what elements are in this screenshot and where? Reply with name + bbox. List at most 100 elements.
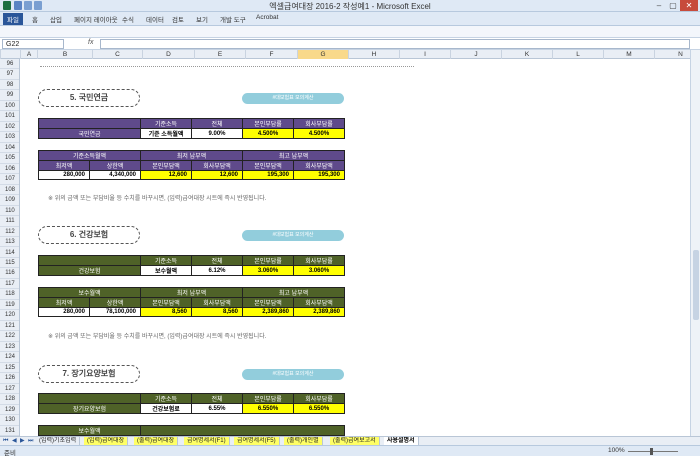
rate-employee[interactable]: 3.060%	[242, 265, 294, 276]
prev-sheet-icon[interactable]: ◀	[12, 437, 17, 445]
row-header[interactable]: 102	[0, 122, 19, 133]
row-header[interactable]: 119	[0, 300, 19, 311]
column-header[interactable]: M	[603, 50, 654, 59]
pay-value[interactable]: 2,389,860	[242, 307, 294, 317]
scroll-thumb[interactable]	[693, 250, 699, 320]
row-header[interactable]: 123	[0, 342, 19, 353]
sheet-tab-payslip-f5[interactable]: 급여명세서(F5)	[234, 437, 280, 445]
rate-employer[interactable]: 6.550%	[293, 403, 345, 414]
rate-base[interactable]: 기준 소득월액	[140, 128, 192, 139]
row-header[interactable]: 99	[0, 90, 19, 101]
rate-base[interactable]: 보수월액	[140, 265, 192, 276]
calc-button-health[interactable]: #대보험표 모의계산	[242, 230, 344, 241]
row-header[interactable]: 111	[0, 216, 19, 227]
first-sheet-icon[interactable]: ⏮	[3, 437, 8, 445]
row-header[interactable]: 104	[0, 143, 19, 154]
rate-base[interactable]: 건강보험료	[140, 403, 192, 414]
tab-page-layout[interactable]: 페이지 레이아웃	[74, 14, 118, 24]
calc-button-pension[interactable]: #대보험표 모의계산	[242, 93, 344, 104]
rate-employee[interactable]: 4.500%	[242, 128, 294, 139]
column-header[interactable]: E	[194, 50, 245, 59]
column-header[interactable]: C	[92, 50, 142, 59]
column-header[interactable]: I	[399, 50, 450, 59]
row-header[interactable]: 117	[0, 279, 19, 290]
name-box[interactable]: G22	[2, 39, 64, 49]
row-header[interactable]: 127	[0, 384, 19, 395]
row-header[interactable]: 110	[0, 206, 19, 217]
tab-data[interactable]: 데이터	[146, 14, 164, 24]
tab-view[interactable]: 보기	[196, 14, 208, 24]
sheet-tab-input-payroll[interactable]: (입력)급여대장	[84, 437, 129, 445]
column-header[interactable]: B	[37, 50, 92, 59]
row-header[interactable]: 101	[0, 111, 19, 122]
rate-total[interactable]: 9.00%	[191, 128, 243, 139]
row-header[interactable]: 103	[0, 132, 19, 143]
tab-acrobat[interactable]: Acrobat	[256, 14, 278, 21]
pay-value[interactable]: 280,000	[38, 170, 90, 180]
minimize-button[interactable]: –	[652, 0, 666, 11]
sheet-tab-payslip-f1[interactable]: 급여명세서(F1)	[184, 437, 230, 445]
tab-insert[interactable]: 삽입	[50, 14, 62, 24]
insert-function-icon[interactable]: fx	[88, 39, 93, 46]
calc-button-longterm-care[interactable]: #대보험표 모의계산	[242, 369, 344, 380]
column-header[interactable]: F	[245, 50, 297, 59]
column-header[interactable]: L	[552, 50, 603, 59]
pay-value[interactable]: 12,600	[191, 170, 243, 180]
column-header[interactable]: G	[297, 50, 348, 59]
row-header[interactable]: 126	[0, 373, 19, 384]
row-header[interactable]: 131	[0, 426, 19, 436]
row-header[interactable]: 108	[0, 185, 19, 196]
row-header[interactable]: 113	[0, 237, 19, 248]
formula-input[interactable]	[100, 39, 690, 49]
column-header[interactable]: K	[501, 50, 552, 59]
row-header[interactable]: 120	[0, 310, 19, 321]
row-header[interactable]: 118	[0, 289, 19, 300]
row-header[interactable]: 112	[0, 227, 19, 238]
row-header[interactable]: 115	[0, 258, 19, 269]
maximize-button[interactable]: ▢	[666, 0, 680, 11]
sheet-tab-output-report[interactable]: (출력)급여보고서	[330, 437, 380, 445]
pay-value[interactable]: 4,340,000	[89, 170, 141, 180]
pay-value[interactable]: 8,560	[191, 307, 243, 317]
pay-value[interactable]: 2,389,860	[293, 307, 345, 317]
rate-employer[interactable]: 3.060%	[293, 265, 345, 276]
worksheet-grid[interactable]: 5. 국민연금 #대보험표 모의계산 기준소득 전체 본인부담률 회사부담률 국…	[20, 59, 690, 436]
row-header[interactable]: 107	[0, 174, 19, 185]
row-header[interactable]: 106	[0, 164, 19, 175]
row-header[interactable]: 122	[0, 331, 19, 342]
rate-employer[interactable]: 4.500%	[293, 128, 345, 139]
rate-employee[interactable]: 6.550%	[242, 403, 294, 414]
row-header[interactable]: 109	[0, 195, 19, 206]
sheet-tab-basic-input[interactable]: (입력)기초입력	[36, 437, 81, 445]
column-header[interactable]: D	[142, 50, 194, 59]
row-header[interactable]: 124	[0, 352, 19, 363]
rate-total[interactable]: 6.12%	[191, 265, 243, 276]
row-header[interactable]: 114	[0, 248, 19, 258]
pay-value[interactable]: 12,600	[140, 170, 192, 180]
row-header[interactable]: 125	[0, 363, 19, 374]
sheet-tab-user-guide[interactable]: 사용설명서	[384, 437, 419, 445]
rate-total[interactable]: 6.55%	[191, 403, 243, 414]
row-header[interactable]: 116	[0, 268, 19, 279]
row-header[interactable]: 128	[0, 394, 19, 405]
select-all-corner[interactable]	[0, 50, 20, 59]
sheet-tab-output-individual[interactable]: (출력)개인별	[284, 437, 323, 445]
pay-value[interactable]: 195,300	[242, 170, 294, 180]
row-header[interactable]: 121	[0, 321, 19, 332]
column-header[interactable]: J	[450, 50, 501, 59]
vertical-scrollbar[interactable]	[690, 50, 700, 436]
next-sheet-icon[interactable]: ▶	[20, 437, 25, 445]
tab-home[interactable]: 홈	[32, 14, 38, 24]
tab-formulas[interactable]: 수식	[122, 14, 134, 24]
sheet-tab-output-payroll[interactable]: (출력)급여대장	[134, 437, 179, 445]
pay-value[interactable]: 78,100,000	[89, 307, 141, 317]
zoom-level[interactable]: 100%	[608, 447, 625, 454]
column-header[interactable]: A	[20, 50, 37, 59]
row-header[interactable]: 100	[0, 101, 19, 112]
row-header[interactable]: 98	[0, 80, 19, 91]
tab-file[interactable]: 파일	[3, 13, 23, 25]
tab-review[interactable]: 검토	[172, 14, 184, 24]
row-header[interactable]: 96	[0, 59, 19, 70]
last-sheet-icon[interactable]: ⏭	[28, 437, 33, 445]
pay-value[interactable]: 195,300	[293, 170, 345, 180]
